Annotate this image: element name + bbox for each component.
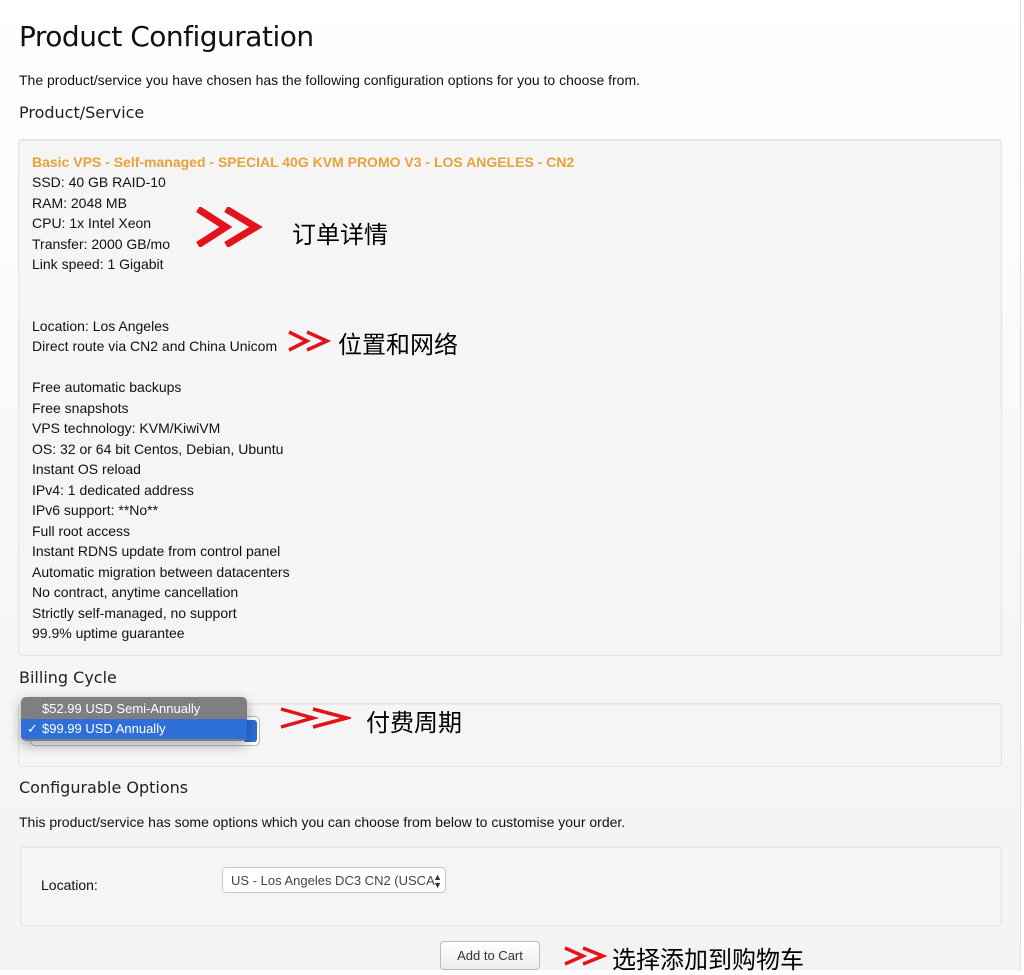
configurable-options-description: This product/service has some options wh… — [19, 814, 626, 830]
feature-line: Instant RDNS update from control panel — [32, 543, 281, 559]
feature-line: IPv6 support: **No** — [32, 502, 159, 518]
location-line: Location: Los Angeles — [32, 318, 169, 334]
red-double-chevron-icon — [196, 207, 263, 247]
configurable-options-panel — [20, 846, 1002, 926]
feature-line: VPS technology: KVM/KiwiVM — [32, 420, 221, 436]
feature-line: Instant OS reload — [32, 461, 141, 477]
spec-line: SSD: 40 GB RAID-10 — [32, 174, 166, 190]
spec-line: Link speed: 1 Gigabit — [32, 256, 164, 272]
billing-option-annually[interactable]: ✓ $99.99 USD Annually — [21, 719, 247, 739]
feature-line: 99.9% uptime guarantee — [32, 625, 185, 641]
billing-option-semi-annually[interactable]: $52.99 USD Semi-Annually — [21, 699, 247, 719]
feature-line: Strictly self-managed, no support — [32, 605, 237, 621]
red-double-chevron-icon — [564, 946, 607, 966]
billing-cycle-dropdown[interactable]: $52.99 USD Semi-Annually ✓ $99.99 USD An… — [21, 697, 247, 741]
updown-arrows-icon: ▲ ▼ — [433, 872, 442, 890]
spec-line: RAM: 2048 MB — [32, 195, 127, 211]
product-service-heading: Product/Service — [19, 103, 145, 122]
page-title: Product Configuration — [19, 20, 314, 53]
red-double-chevron-icon — [288, 330, 331, 352]
feature-line: Automatic migration between datacenters — [32, 564, 290, 580]
feature-line: OS: 32 or 64 bit Centos, Debian, Ubuntu — [32, 441, 284, 457]
add-to-cart-button[interactable]: Add to Cart — [440, 941, 540, 970]
product-name: Basic VPS - Self-managed - SPECIAL 40G K… — [32, 154, 575, 170]
spec-line: CPU: 1x Intel Xeon — [32, 215, 152, 231]
annotation-billing-cycle: 付费周期 — [366, 709, 462, 737]
billing-cycle-heading: Billing Cycle — [19, 668, 117, 687]
check-icon: ✓ — [27, 721, 38, 736]
annotation-location-network: 位置和网络 — [338, 331, 458, 359]
billing-option-label: $99.99 USD Annually — [42, 721, 166, 736]
annotation-order-details: 订单详情 — [292, 221, 388, 249]
feature-line: No contract, anytime cancellation — [32, 584, 239, 600]
spec-line: Transfer: 2000 GB/mo — [32, 236, 170, 252]
intro-text: The product/service you have chosen has … — [19, 72, 641, 88]
location-select-value: US - Los Angeles DC3 CN2 (USCA — [231, 873, 435, 888]
feature-line: Full root access — [32, 523, 131, 539]
feature-line: IPv4: 1 dedicated address — [32, 482, 194, 498]
feature-line: Free automatic backups — [32, 379, 182, 395]
red-double-chevron-icon — [280, 707, 351, 729]
route-line: Direct route via CN2 and China Unicom — [32, 338, 278, 354]
location-label: Location: — [41, 877, 98, 893]
configurable-options-heading: Configurable Options — [19, 778, 189, 797]
feature-line: Free snapshots — [32, 400, 129, 416]
location-select[interactable]: US - Los Angeles DC3 CN2 (USCA ▲ ▼ — [222, 867, 446, 893]
